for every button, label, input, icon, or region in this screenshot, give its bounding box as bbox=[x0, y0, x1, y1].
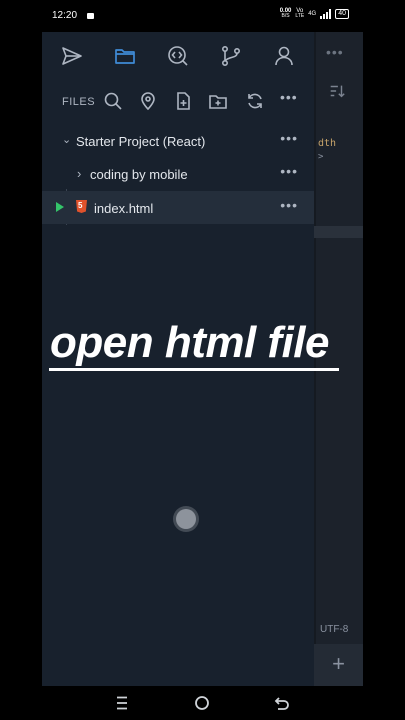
location-pin-icon[interactable] bbox=[138, 91, 158, 111]
file-name: index.html bbox=[94, 201, 154, 216]
video-caption: open html file bbox=[50, 318, 330, 367]
status-time: 12:20 bbox=[52, 10, 78, 21]
navigation-bar bbox=[0, 686, 405, 720]
tree-item-file[interactable]: 5 index.html ••• bbox=[42, 191, 314, 224]
send-icon[interactable] bbox=[60, 44, 84, 68]
folder-name: coding by mobile bbox=[90, 167, 188, 182]
camera-recording-icon bbox=[87, 13, 94, 19]
volte-indicator: Vo LTE bbox=[295, 8, 305, 19]
project-more-icon[interactable]: ••• bbox=[280, 130, 298, 146]
current-line-highlight bbox=[314, 226, 363, 238]
user-icon[interactable] bbox=[272, 44, 296, 68]
folder-icon[interactable] bbox=[113, 44, 137, 68]
status-indicators: 0.00 B/S Vo LTE 4G 40 bbox=[279, 8, 349, 19]
run-icon[interactable] bbox=[56, 202, 64, 212]
search-code-icon[interactable] bbox=[166, 44, 190, 68]
new-file-icon[interactable] bbox=[173, 91, 193, 111]
file-more-icon[interactable]: ••• bbox=[280, 197, 298, 213]
network-type: 4G bbox=[308, 10, 317, 17]
editor-more-icon[interactable]: ••• bbox=[326, 44, 344, 60]
git-branch-icon[interactable] bbox=[219, 44, 243, 68]
files-toolbar: FILES ••• bbox=[42, 86, 314, 116]
add-button[interactable]: + bbox=[314, 644, 363, 686]
files-more-icon[interactable]: ••• bbox=[280, 89, 310, 109]
code-line: > bbox=[318, 152, 324, 162]
chevron-down-icon: ⌄ bbox=[62, 134, 72, 146]
touch-indicator bbox=[176, 509, 196, 529]
status-bar: 12:20 0.00 B/S Vo LTE 4G 40 bbox=[42, 0, 363, 32]
signal-bars-icon bbox=[320, 9, 332, 19]
back-icon[interactable] bbox=[273, 694, 291, 712]
refresh-icon[interactable] bbox=[245, 91, 265, 111]
new-folder-icon[interactable] bbox=[208, 91, 228, 111]
sort-icon[interactable] bbox=[328, 82, 346, 103]
html5-file-icon: 5 bbox=[76, 200, 87, 213]
tree-item-folder[interactable]: › coding by mobile ••• bbox=[42, 157, 314, 190]
code-line: dth bbox=[318, 138, 337, 149]
sidebar-tab-bar bbox=[42, 32, 314, 82]
encoding-label[interactable]: UTF-8 bbox=[320, 624, 348, 635]
tree-item-project[interactable]: ⌄ Starter Project (React) ••• bbox=[42, 124, 314, 157]
files-label: FILES bbox=[62, 96, 96, 108]
search-icon[interactable] bbox=[103, 91, 123, 111]
home-icon[interactable] bbox=[193, 694, 211, 712]
folder-more-icon[interactable]: ••• bbox=[280, 163, 298, 179]
network-speed: 0.00 B/S bbox=[279, 8, 292, 19]
recent-apps-icon[interactable] bbox=[113, 694, 131, 712]
chevron-right-icon: › bbox=[77, 166, 82, 181]
caption-underline bbox=[49, 368, 339, 371]
battery-icon: 40 bbox=[335, 9, 349, 19]
project-name: Starter Project (React) bbox=[76, 134, 206, 149]
